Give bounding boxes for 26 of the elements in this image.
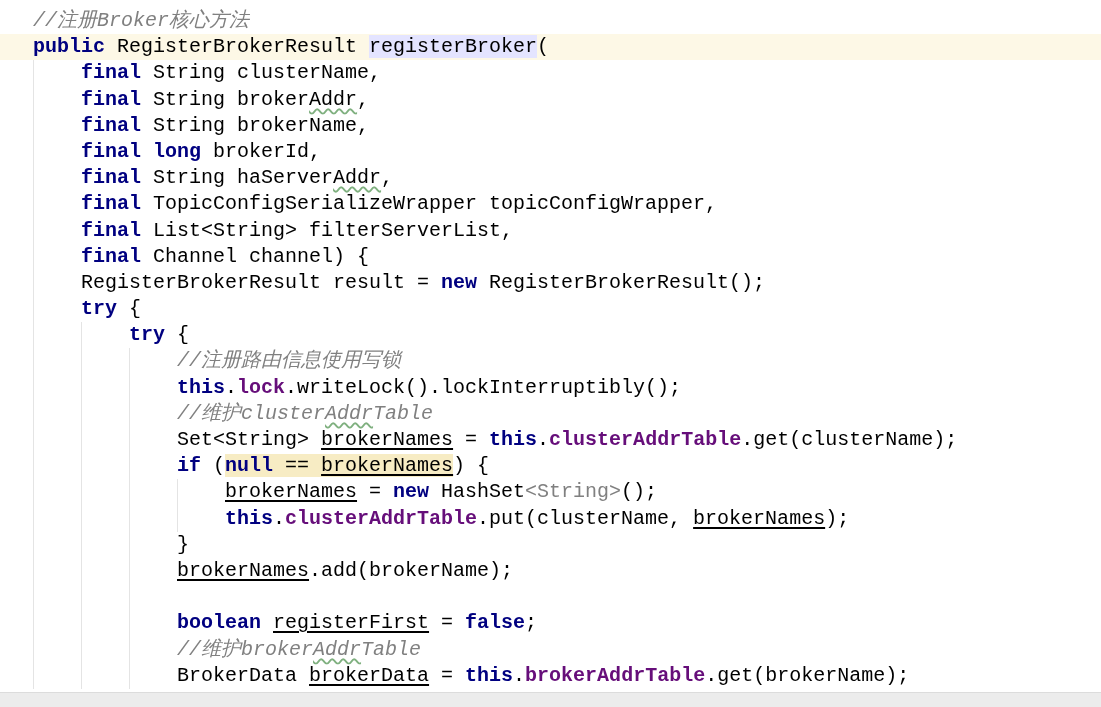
code-line: try { xyxy=(129,322,190,349)
code-line: brokerNames = new HashSet<String>(); xyxy=(225,479,658,506)
code-line: this.lock.writeLock().lockInterruptibly(); xyxy=(177,374,682,401)
code-line: final TopicConfigSerializeWrapper topicConfigWrapper, xyxy=(81,191,718,218)
code-line: final long brokerId, xyxy=(81,138,322,165)
code-line: brokerNames.add(brokerName); xyxy=(177,557,514,584)
code-line: } xyxy=(177,531,189,558)
code-line: boolean registerFirst = false; xyxy=(177,610,538,637)
code-line: final String brokerName, xyxy=(81,112,370,139)
code-line: RegisterBrokerResult result = new RegisterBrokerResult(); xyxy=(81,269,766,296)
code-line: try { xyxy=(81,296,142,323)
code-line: final Channel channel) { xyxy=(81,243,370,270)
code-line: //维护clusterAddrTable xyxy=(177,400,434,427)
horizontal-scrollbar[interactable] xyxy=(0,692,1101,707)
code-line: this.clusterAddrTable.put(clusterName, brokerNames); xyxy=(225,505,850,532)
code-line: //注册路由信息使用写锁 xyxy=(177,348,401,375)
code-line: //注册Broker核心方法 xyxy=(33,8,249,34)
code-line: if (null == brokerNames) { xyxy=(177,453,490,480)
code-line: final String haServerAddr, xyxy=(81,165,394,192)
code-line: //维护brokerAddrTable xyxy=(177,636,422,663)
code-line: Set<String> brokerNames = this.clusterAddrTable.get(clusterName); xyxy=(177,427,958,453)
code-line: public RegisterBrokerResult registerBroker( xyxy=(33,34,550,61)
code-line: BrokerData brokerData = this.brokerAddrTable.get(brokerName); xyxy=(177,662,910,689)
code-line: final String clusterName, xyxy=(81,60,382,87)
code-line: final String brokerAddr, xyxy=(81,86,370,113)
code-line: final List<String> filterServerList, xyxy=(81,217,514,244)
